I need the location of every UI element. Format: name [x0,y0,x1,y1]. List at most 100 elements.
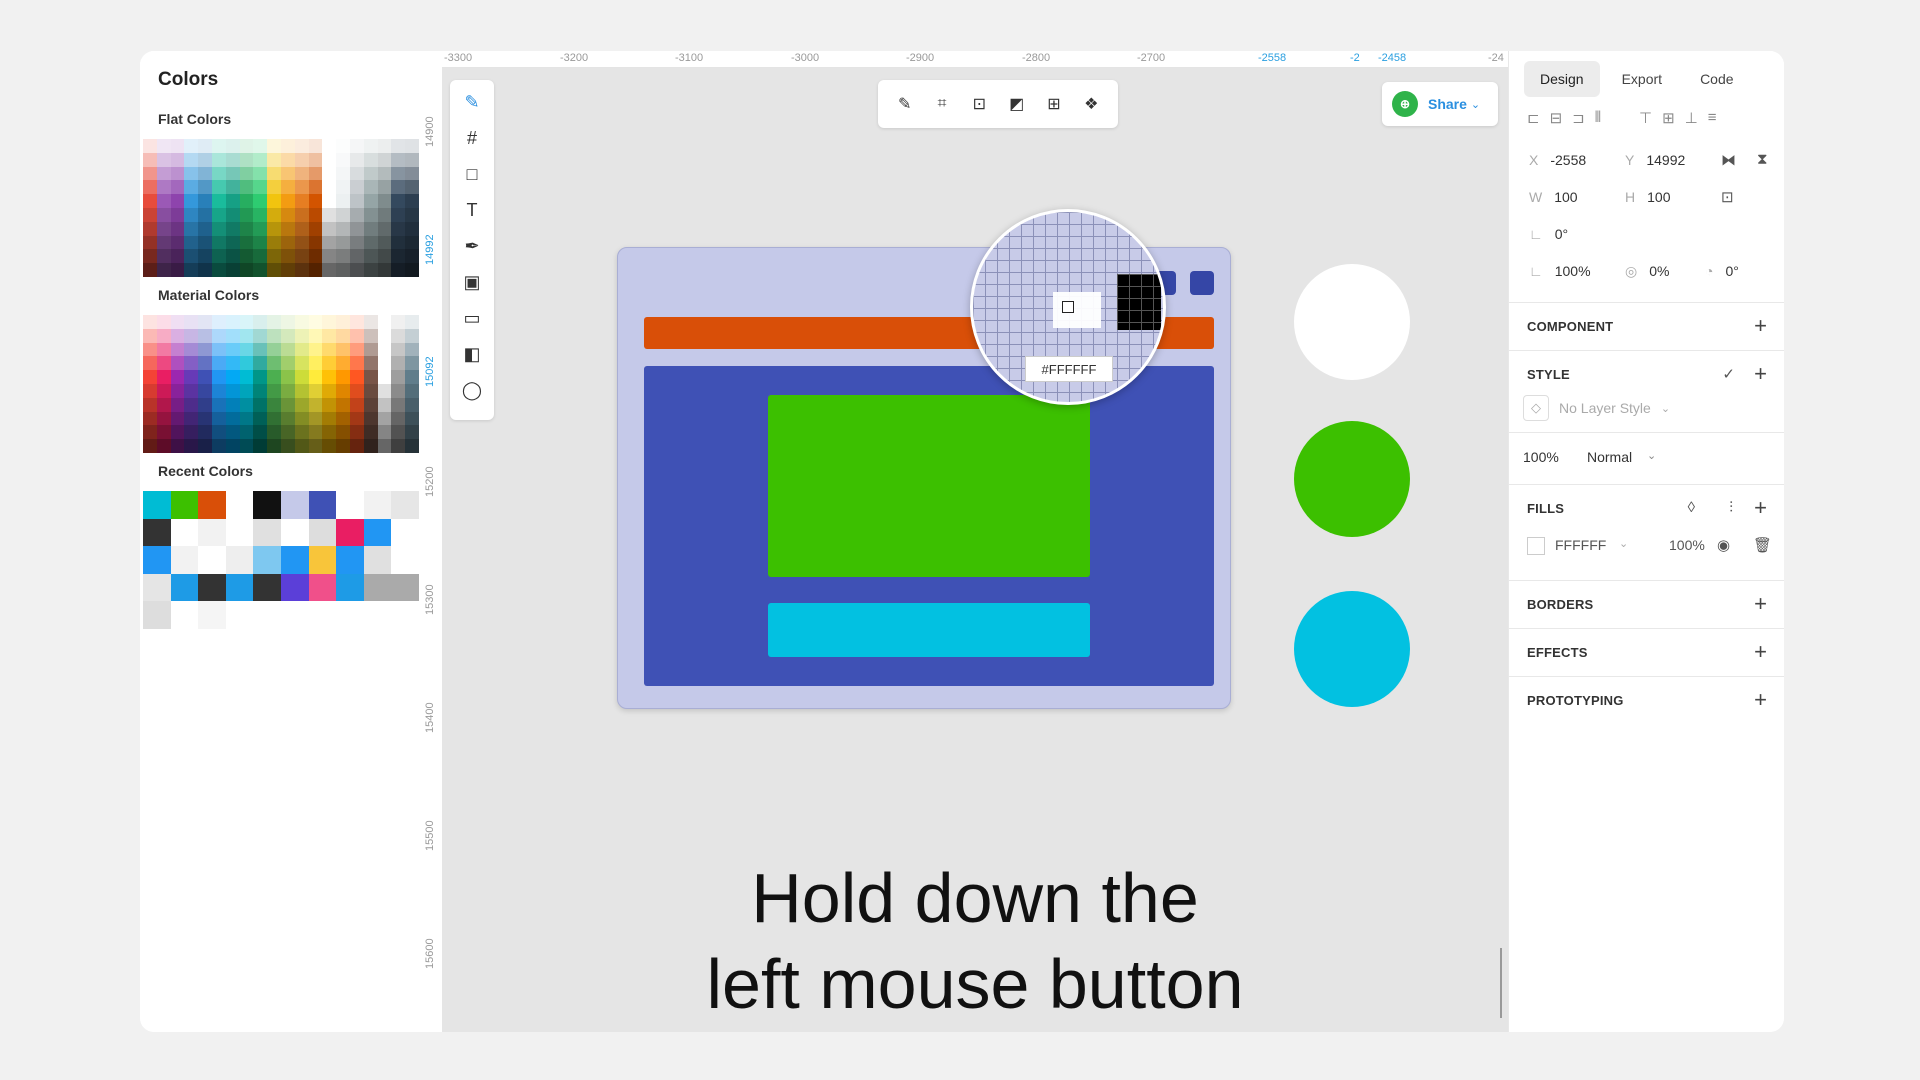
palette-swatch[interactable] [308,397,323,412]
fill-opacity-value[interactable]: 100% [1669,537,1705,553]
palette-swatch[interactable] [253,328,268,343]
palette-swatch[interactable] [350,356,364,371]
palette-swatch[interactable] [170,180,185,195]
palette-swatch[interactable] [156,139,171,153]
recent-color-swatch[interactable] [225,573,254,602]
height-field[interactable]: H 100 [1625,189,1670,205]
palette-swatch[interactable] [281,152,295,167]
palette-swatch[interactable] [405,315,419,329]
green-rectangle[interactable] [768,395,1090,577]
palette-swatch[interactable] [336,342,350,357]
distribute-v-icon[interactable]: ≡ [1708,109,1717,127]
palette-swatch[interactable] [391,342,406,357]
recent-color-swatch[interactable] [391,491,419,519]
palette-swatch[interactable] [336,235,350,250]
palette-swatch[interactable] [156,315,171,329]
palette-swatch[interactable] [281,328,295,343]
palette-swatch[interactable] [308,180,323,195]
palette-swatch[interactable] [363,152,378,167]
palette-swatch[interactable] [350,439,364,453]
cyan-rectangle[interactable] [768,603,1090,657]
palette-swatch[interactable] [363,194,378,208]
recent-color-swatch[interactable] [308,518,337,547]
canvas[interactable]: ✎ # □ T ✒ ▣ ▭ ◧ ◯ ✎ ⌗ ⊡ ◩ ⊞ ❖ ⊕ Share ⌄ [442,68,1508,1032]
palette-swatch[interactable] [377,342,392,357]
adjust-icon[interactable]: ⫶ [1729,499,1733,516]
palette-swatch[interactable] [350,235,364,250]
palette-swatch[interactable] [350,139,364,153]
palette-swatch[interactable] [281,411,295,426]
palette-swatch[interactable] [363,439,378,453]
recent-color-swatch[interactable] [363,491,392,519]
palette-swatch[interactable] [198,221,212,236]
palette-swatch[interactable] [225,411,240,426]
align-bottom-icon[interactable]: ⊥ [1685,109,1698,127]
palette-swatch[interactable] [294,263,309,277]
palette-swatch[interactable] [391,208,406,222]
recent-color-swatch[interactable] [198,601,226,629]
palette-swatch[interactable] [377,397,392,412]
palette-swatch[interactable] [391,384,406,398]
palette-swatch[interactable] [405,166,419,181]
palette-swatch[interactable] [239,370,254,384]
palette-swatch[interactable] [322,221,337,236]
palette-swatch[interactable] [156,235,171,250]
palette-swatch[interactable] [377,263,392,277]
palette-swatch[interactable] [405,425,419,440]
recent-color-swatch[interactable] [391,518,419,547]
palette-swatch[interactable] [212,384,226,398]
palette-swatch[interactable] [281,208,295,222]
distribute-h-icon[interactable]: ⫴ [1595,109,1601,127]
palette-swatch[interactable] [198,370,212,384]
palette-swatch[interactable] [184,166,199,181]
palette-swatch[interactable] [198,139,212,153]
palette-swatch[interactable] [253,235,268,250]
layer-style-select[interactable]: ◇ No Layer Style ⌄ [1523,395,1670,421]
palette-swatch[interactable] [391,397,406,412]
recent-color-swatch[interactable] [363,546,392,574]
palette-swatch[interactable] [294,356,309,371]
palette-swatch[interactable] [350,152,364,167]
recent-color-swatch[interactable] [170,601,199,629]
palette-swatch[interactable] [184,235,199,250]
palette-swatch[interactable] [156,180,171,195]
share-button[interactable]: ⊕ Share ⌄ [1382,82,1498,126]
palette-swatch[interactable] [405,384,419,398]
fill-swatch[interactable] [1527,537,1545,555]
palette-swatch[interactable] [281,425,295,440]
palette-swatch[interactable] [253,370,268,384]
palette-swatch[interactable] [253,356,268,371]
palette-swatch[interactable] [198,342,212,357]
palette-swatch[interactable] [239,249,254,264]
palette-swatch[interactable] [170,425,185,440]
palette-swatch[interactable] [184,194,199,208]
palette-swatch[interactable] [143,194,157,208]
recent-color-swatch[interactable] [391,573,419,602]
palette-swatch[interactable] [267,328,281,343]
palette-swatch[interactable] [253,384,268,398]
palette-swatch[interactable] [377,439,392,453]
palette-swatch[interactable] [336,152,350,167]
palette-swatch[interactable] [198,263,212,277]
palette-swatch[interactable] [377,194,392,208]
palette-swatch[interactable] [184,439,199,453]
palette-swatch[interactable] [170,249,185,264]
palette-swatch[interactable] [212,425,226,440]
palette-swatch[interactable] [363,384,378,398]
recent-color-swatch[interactable] [198,518,226,547]
palette-swatch[interactable] [363,166,378,181]
palette-swatch[interactable] [336,221,350,236]
palette-swatch[interactable] [267,263,281,277]
palette-swatch[interactable] [308,152,323,167]
palette-swatch[interactable] [267,439,281,453]
palette-swatch[interactable] [239,221,254,236]
palette-swatch[interactable] [156,221,171,236]
palette-swatch[interactable] [363,315,378,329]
palette-swatch[interactable] [336,397,350,412]
palette-swatch[interactable] [198,235,212,250]
palette-swatch[interactable] [170,139,185,153]
palette-swatch[interactable] [308,208,323,222]
palette-swatch[interactable] [350,342,364,357]
palette-swatch[interactable] [322,235,337,250]
palette-swatch[interactable] [225,315,240,329]
